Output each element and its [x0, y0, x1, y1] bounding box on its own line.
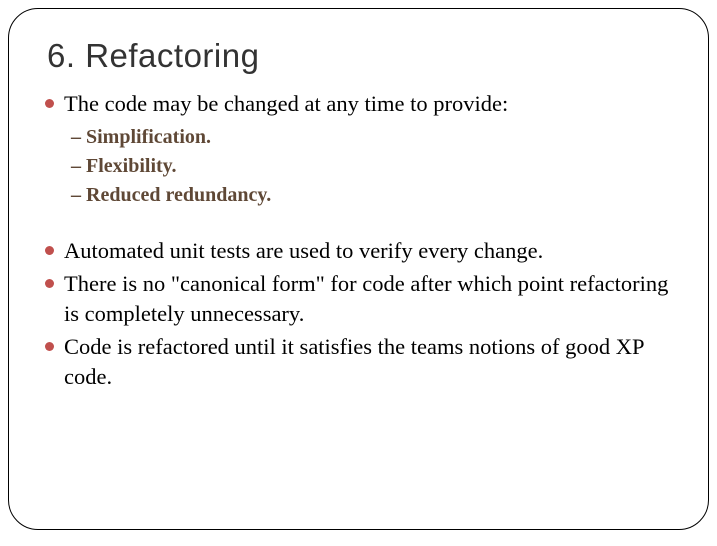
bullet-text: Code is refactored until it satisfies th… — [64, 332, 674, 393]
bullet-icon — [45, 246, 54, 255]
slide-title: 6. Refactoring — [47, 37, 674, 75]
sub-item-3: – Reduced redundancy. — [71, 181, 674, 210]
sub-item-1: – Simplification. — [71, 123, 674, 152]
sub-item-2: – Flexibility. — [71, 152, 674, 181]
bullet-item-4: Code is refactored until it satisfies th… — [45, 332, 674, 393]
bullet-text: The code may be changed at any time to p… — [64, 89, 508, 119]
sub-list: – Simplification. – Flexibility. – Reduc… — [71, 123, 674, 210]
bullet-item-2: Automated unit tests are used to verify … — [45, 236, 674, 266]
slide-frame: 6. Refactoring The code may be changed a… — [8, 8, 709, 530]
slide-content: The code may be changed at any time to p… — [45, 89, 674, 392]
bullet-text: Automated unit tests are used to verify … — [64, 236, 543, 266]
bullet-text: There is no "canonical form" for code af… — [64, 269, 674, 330]
spacer — [45, 214, 674, 236]
bullet-icon — [45, 99, 54, 108]
bullet-icon — [45, 342, 54, 351]
bullet-icon — [45, 279, 54, 288]
bullet-item-3: There is no "canonical form" for code af… — [45, 269, 674, 330]
bullet-item-1: The code may be changed at any time to p… — [45, 89, 674, 119]
